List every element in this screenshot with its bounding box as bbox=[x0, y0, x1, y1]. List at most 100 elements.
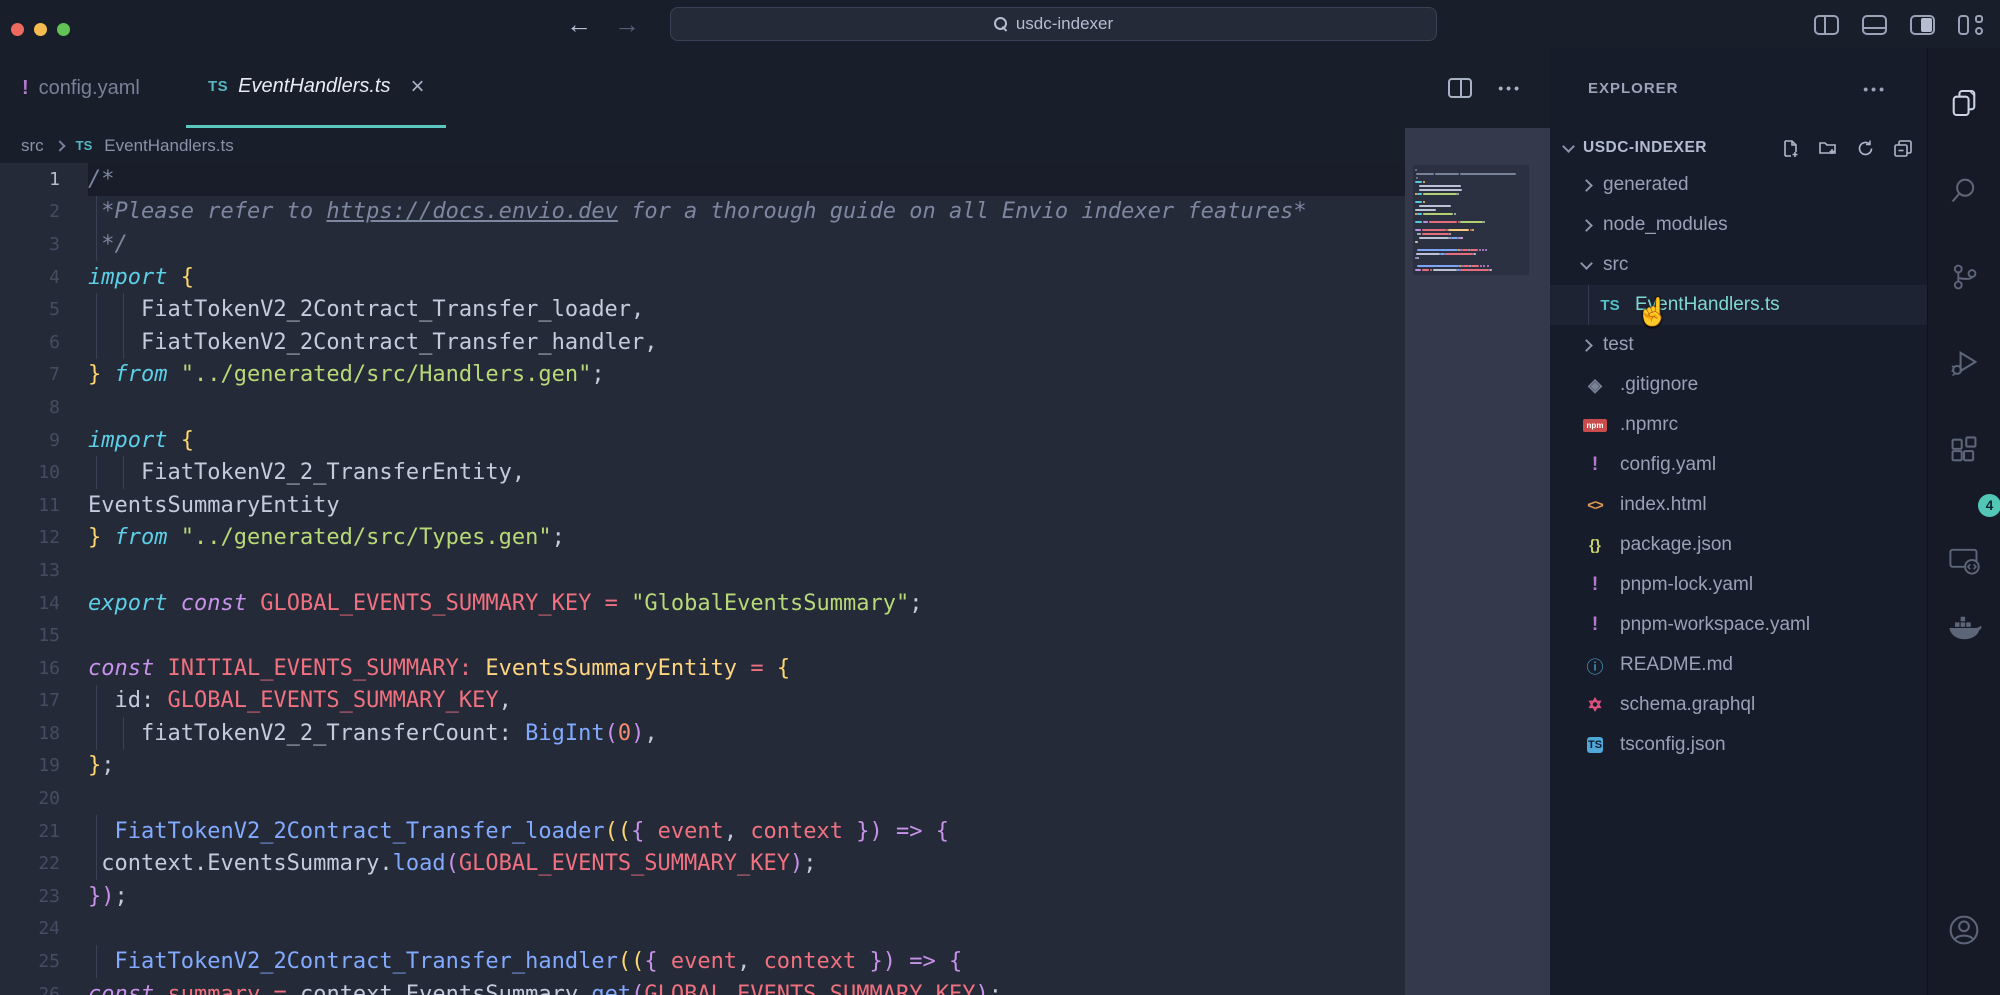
tree-item-node-modules[interactable]: node_modules bbox=[1550, 205, 1927, 245]
code-line-12[interactable]: 12} from "../generated/src/Types.gen"; bbox=[0, 522, 1405, 555]
refresh-explorer-icon[interactable] bbox=[1856, 139, 1875, 158]
tree-item-label: config.yaml bbox=[1620, 454, 1716, 476]
code-line-6[interactable]: 6 FiatTokenV2_2Contract_Transfer_handler… bbox=[0, 326, 1405, 359]
tree-item-pnpm-workspace-yaml[interactable]: !pnpm-workspace.yaml bbox=[1550, 605, 1927, 645]
zoom-window-button[interactable] bbox=[57, 23, 70, 36]
tree-item-pnpm-lock-yaml[interactable]: !pnpm-lock.yaml bbox=[1550, 565, 1927, 605]
project-root-label: USDC-INDEXER bbox=[1583, 139, 1707, 157]
source-control-icon[interactable] bbox=[1948, 261, 1980, 293]
line-number: 6 bbox=[0, 332, 88, 353]
code-line-5[interactable]: 5 FiatTokenV2_2Contract_Transfer_loader, bbox=[0, 293, 1405, 326]
minimap-column bbox=[1405, 128, 1550, 995]
minimap[interactable] bbox=[1413, 165, 1529, 275]
tree-item--gitignore[interactable]: ◈.gitignore bbox=[1550, 365, 1927, 405]
code-line-2[interactable]: 2 *Please refer to https://docs.envio.de… bbox=[0, 196, 1405, 229]
close-tab-icon[interactable]: × bbox=[410, 75, 424, 99]
tree-item-tsconfig-json[interactable]: TStsconfig.json bbox=[1550, 725, 1927, 765]
collapse-folders-icon[interactable] bbox=[1893, 139, 1913, 158]
extensions-icon[interactable] bbox=[1948, 434, 1980, 466]
account-icon[interactable] bbox=[1947, 913, 1981, 947]
toggle-panel-icon[interactable] bbox=[1862, 15, 1887, 35]
code-line-21[interactable]: 21 FiatTokenV2_2Contract_Transfer_loader… bbox=[0, 815, 1405, 848]
line-number: 15 bbox=[0, 625, 88, 646]
code-line-24[interactable]: 24 bbox=[0, 913, 1405, 946]
navigate-forward-icon[interactable]: → bbox=[614, 11, 640, 37]
tree-item-eventhandlers-ts[interactable]: TSEventHandlers.ts bbox=[1550, 285, 1927, 325]
code-line-3[interactable]: 3 */ bbox=[0, 228, 1405, 261]
tree-item-label: package.json bbox=[1620, 534, 1732, 556]
json-file-icon: {} bbox=[1582, 537, 1608, 554]
code-line-18[interactable]: 18 fiatTokenV2_2_TransferCount: BigInt(0… bbox=[0, 717, 1405, 750]
project-root-row[interactable]: USDC-INDEXER bbox=[1564, 128, 1913, 168]
code-line-13[interactable]: 13 bbox=[0, 554, 1405, 587]
indent-guide bbox=[123, 293, 124, 358]
code-line-8[interactable]: 8 bbox=[0, 391, 1405, 424]
tree-item-config-yaml[interactable]: !config.yaml bbox=[1550, 445, 1927, 485]
tab-label: EventHandlers.ts bbox=[238, 75, 390, 98]
code-line-26[interactable]: 26const summary = context.EventsSummary.… bbox=[0, 978, 1405, 995]
title-bar: ← → usdc-indexer bbox=[0, 0, 2000, 48]
docker-icon[interactable] bbox=[1946, 612, 1982, 644]
minimize-window-button[interactable] bbox=[34, 23, 47, 36]
customize-layout-icon[interactable] bbox=[1958, 14, 1984, 36]
line-number: 21 bbox=[0, 821, 88, 842]
tree-item-test[interactable]: test bbox=[1550, 325, 1927, 365]
explorer-more-icon[interactable]: ••• bbox=[1863, 81, 1887, 97]
code-line-20[interactable]: 20 bbox=[0, 782, 1405, 815]
breadcrumb-file[interactable]: EventHandlers.ts bbox=[104, 136, 233, 156]
breadcrumb-folder[interactable]: src bbox=[21, 136, 44, 156]
code-line-7[interactable]: 7} from "../generated/src/Handlers.gen"; bbox=[0, 359, 1405, 392]
tree-item-label: node_modules bbox=[1603, 214, 1728, 236]
line-number: 9 bbox=[0, 430, 88, 451]
code-line-9[interactable]: 9import { bbox=[0, 424, 1405, 457]
code-line-25[interactable]: 25 FiatTokenV2_2Contract_Transfer_handle… bbox=[0, 945, 1405, 978]
code-line-23[interactable]: 23}); bbox=[0, 880, 1405, 913]
run-and-debug-icon[interactable] bbox=[1948, 347, 1980, 379]
code-line-1[interactable]: 1/* bbox=[0, 163, 1405, 196]
code-editor[interactable]: 1/*2 *Please refer to https://docs.envio… bbox=[0, 163, 1405, 995]
explorer-title: EXPLORER bbox=[1588, 80, 1679, 97]
close-window-button[interactable] bbox=[11, 23, 24, 36]
tree-item-schema-graphql[interactable]: ✡schema.graphql bbox=[1550, 685, 1927, 725]
tree-item-label: index.html bbox=[1620, 494, 1707, 516]
tree-item-label: pnpm-workspace.yaml bbox=[1620, 614, 1810, 636]
tab-config-yaml[interactable]: ! config.yaml bbox=[0, 48, 186, 128]
indent-guide bbox=[96, 293, 97, 358]
line-number: 24 bbox=[0, 918, 88, 939]
more-actions-icon[interactable]: ••• bbox=[1498, 80, 1522, 96]
code-line-15[interactable]: 15 bbox=[0, 619, 1405, 652]
new-file-icon[interactable] bbox=[1781, 139, 1800, 158]
toggle-right-sidebar-icon[interactable] bbox=[1910, 15, 1935, 35]
remote-explorer-icon[interactable] bbox=[1947, 544, 1981, 576]
code-line-4[interactable]: 4import { bbox=[0, 261, 1405, 294]
new-folder-icon[interactable] bbox=[1818, 139, 1838, 158]
code-line-22[interactable]: 22 context.EventsSummary.load(GLOBAL_EVE… bbox=[0, 847, 1405, 880]
explorer-icon[interactable] bbox=[1948, 87, 1980, 119]
code-line-17[interactable]: 17 id: GLOBAL_EVENTS_SUMMARY_KEY, bbox=[0, 685, 1405, 718]
traffic-lights bbox=[11, 23, 70, 36]
tree-item-src[interactable]: src bbox=[1550, 245, 1927, 285]
npm-file-icon: npm bbox=[1583, 419, 1607, 432]
chevron-right-icon bbox=[1580, 179, 1593, 192]
tree-item-package-json[interactable]: {} package.json bbox=[1550, 525, 1927, 565]
code-line-11[interactable]: 11EventsSummaryEntity bbox=[0, 489, 1405, 522]
tree-item-label: test bbox=[1603, 334, 1634, 356]
tsjson-file-icon: TS bbox=[1587, 737, 1603, 753]
tree-item-index-html[interactable]: <> index.html bbox=[1550, 485, 1927, 525]
code-line-16[interactable]: 16const INITIAL_EVENTS_SUMMARY: EventsSu… bbox=[0, 652, 1405, 685]
tree-item-generated[interactable]: generated bbox=[1550, 165, 1927, 205]
tree-item-readme-md[interactable]: ⓘREADME.md bbox=[1550, 645, 1927, 685]
search-icon[interactable] bbox=[1948, 174, 1980, 206]
navigate-back-icon[interactable]: ← bbox=[566, 11, 592, 37]
code-line-19[interactable]: 19}; bbox=[0, 750, 1405, 783]
toggle-columns-icon[interactable] bbox=[1814, 15, 1839, 35]
command-center-search[interactable]: usdc-indexer bbox=[670, 7, 1437, 41]
split-editor-icon[interactable] bbox=[1448, 78, 1472, 98]
code-line-10[interactable]: 10 FiatTokenV2_2_TransferEntity, bbox=[0, 456, 1405, 489]
html-file-icon: <> bbox=[1582, 497, 1608, 514]
tree-item--npmrc[interactable]: npm.npmrc bbox=[1550, 405, 1927, 445]
breadcrumb: src TS EventHandlers.ts bbox=[0, 128, 1550, 163]
line-number: 5 bbox=[0, 299, 88, 320]
tab-eventhandlers-ts[interactable]: TS EventHandlers.ts × bbox=[186, 48, 446, 128]
code-line-14[interactable]: 14export const GLOBAL_EVENTS_SUMMARY_KEY… bbox=[0, 587, 1405, 620]
